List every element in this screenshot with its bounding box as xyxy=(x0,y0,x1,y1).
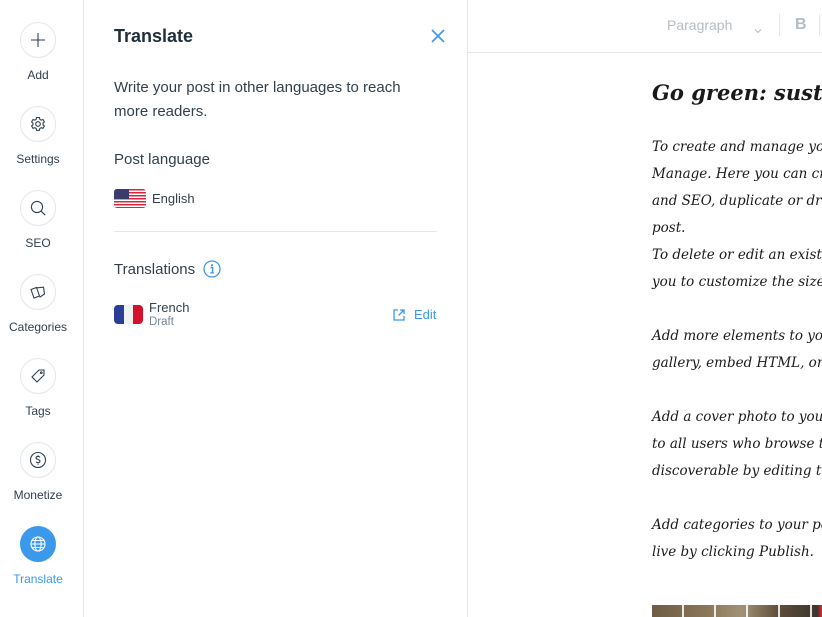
translations-label: Translations xyxy=(114,260,196,278)
edit-translation-link[interactable]: Edit xyxy=(393,307,436,322)
rail-item-monetize[interactable]: Monetize xyxy=(0,442,76,502)
post-language-row: English xyxy=(114,189,195,208)
post-image[interactable] xyxy=(652,605,822,617)
post-paragraph-line: Add a cover photo to your post. This ima… xyxy=(652,409,822,425)
seo-button[interactable] xyxy=(20,190,56,226)
cards-icon xyxy=(30,286,46,299)
rail-label: Settings xyxy=(16,152,60,166)
rail-item-settings[interactable]: Settings xyxy=(0,106,76,166)
translations-header: Translations xyxy=(114,260,221,278)
post-title[interactable]: Go green: sustainable living tips xyxy=(652,80,822,114)
translate-panel: Translate Write your post in other langu… xyxy=(84,0,468,617)
post-blank-line xyxy=(652,296,822,323)
toolbar-divider xyxy=(779,14,780,36)
settings-button[interactable] xyxy=(20,106,56,142)
bold-button[interactable]: B xyxy=(795,16,807,34)
translation-status: Draft xyxy=(149,316,174,328)
rail-label: SEO xyxy=(25,236,51,250)
close-button[interactable] xyxy=(430,28,446,44)
toolbar-divider xyxy=(819,14,820,36)
post-paragraph-line: discoverable by editing the SEO settings… xyxy=(652,463,822,479)
editor-toolbar: Paragraph B xyxy=(468,0,822,53)
close-icon xyxy=(431,29,445,43)
add-button[interactable] xyxy=(20,22,56,58)
translation-language: French xyxy=(149,300,190,315)
post-paragraph-line: live by clicking Publish. xyxy=(652,544,814,560)
dollar-icon xyxy=(29,451,47,469)
rail-item-categories[interactable]: Categories xyxy=(0,274,76,334)
chevron-down-icon xyxy=(754,21,762,34)
post-blank-line xyxy=(652,377,822,404)
post-language-name: English xyxy=(152,191,195,206)
post-paragraph-line: Add categories to your post and when you… xyxy=(652,517,822,533)
translate-button[interactable] xyxy=(20,526,56,562)
paragraph-select-value: Paragraph xyxy=(667,17,733,33)
panel-title: Translate xyxy=(114,26,194,46)
france-flag-icon xyxy=(114,305,143,324)
post-paragraph-line: Manage. Here you can create new posts, e… xyxy=(652,166,822,182)
edit-label: Edit xyxy=(414,307,437,322)
gear-icon xyxy=(30,116,46,131)
left-rail: Add Settings SEO Categories Tags Monetiz… xyxy=(0,0,84,617)
post-paragraph-line: and SEO, duplicate or draft your xyxy=(652,193,822,209)
rail-item-translate[interactable]: Translate xyxy=(0,526,76,586)
rail-label: Add xyxy=(27,68,49,82)
info-icon[interactable] xyxy=(203,260,221,278)
post-blank-line xyxy=(652,485,822,512)
post-paragraph-line: Add more elements to your post, such as … xyxy=(652,328,822,344)
rail-label: Categories xyxy=(8,320,68,334)
post-language-label: Post language xyxy=(114,151,210,168)
rail-label: Monetize xyxy=(13,488,63,502)
us-flag-icon xyxy=(114,189,146,208)
tags-button[interactable] xyxy=(20,358,56,394)
post-paragraph-line: To delete or edit an existing element, c… xyxy=(652,247,822,263)
search-icon xyxy=(30,200,46,216)
post-content[interactable]: Go green: sustainable living tips To cre… xyxy=(652,80,822,566)
rail-item-tags[interactable]: Tags xyxy=(0,358,76,418)
post-editor: Paragraph B Go green: sustainable living… xyxy=(468,0,822,617)
rail-label: Tags xyxy=(25,404,51,418)
external-link-icon xyxy=(393,308,405,321)
panel-description: Write your post in other languages to re… xyxy=(114,79,401,120)
categories-button[interactable] xyxy=(20,274,56,310)
rail-label: Translate xyxy=(13,572,63,586)
tag-icon xyxy=(31,369,45,383)
post-body[interactable]: To create and manage your posts, go to Ma… xyxy=(652,134,822,566)
paragraph-select[interactable]: Paragraph xyxy=(667,17,762,34)
post-paragraph-line: To create and manage your posts, go to xyxy=(652,139,822,155)
divider xyxy=(114,231,437,232)
post-paragraph-line: gallery, embed HTML, or a video. xyxy=(652,355,822,371)
plus-icon xyxy=(31,33,45,47)
globe-icon xyxy=(30,536,46,552)
monetize-button[interactable] xyxy=(20,442,56,478)
post-paragraph-line: you to customize the size and position xyxy=(652,274,822,290)
rail-item-seo[interactable]: SEO xyxy=(0,190,76,250)
post-paragraph-line: post. xyxy=(652,220,686,236)
rail-item-add[interactable]: Add xyxy=(0,22,76,82)
post-paragraph-line: to all users who browse the blog. Make y… xyxy=(652,436,822,452)
